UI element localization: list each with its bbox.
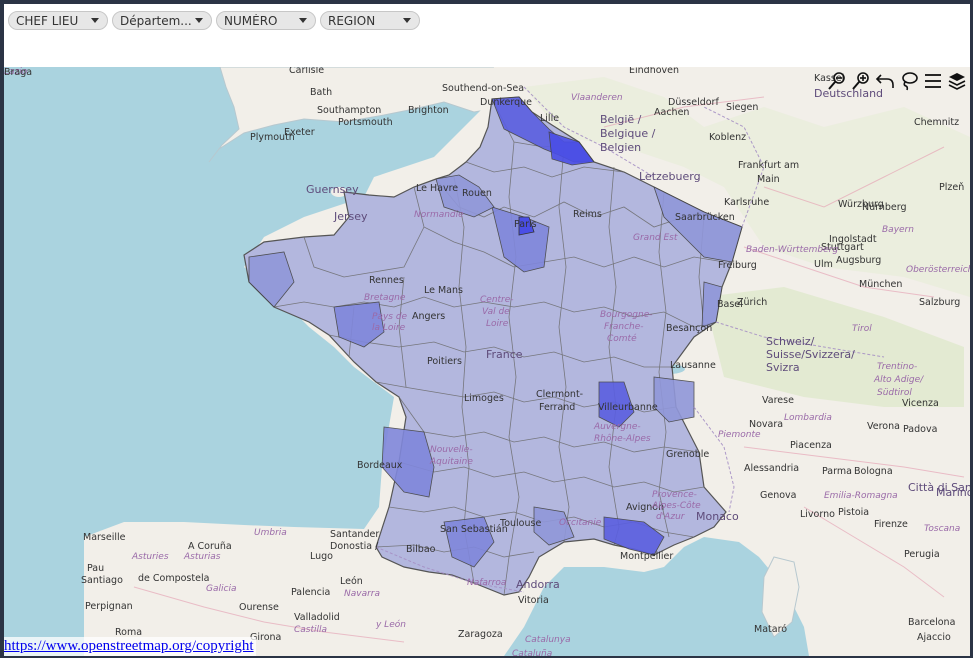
layers-icon[interactable] <box>946 70 968 92</box>
filter-bar: CHEF LIEU Départem... NUMÉRO REGION <box>8 11 420 31</box>
basemap <box>84 67 970 656</box>
zoom-out-icon[interactable] <box>826 70 848 92</box>
chevron-down-icon <box>299 18 307 23</box>
filter-label: Départem... <box>120 13 192 28</box>
filter-label: CHEF LIEU <box>16 13 79 28</box>
filter-chef-lieu[interactable]: CHEF LIEU <box>8 11 108 30</box>
window-drag-handle[interactable] <box>483 4 497 8</box>
lasso-icon[interactable] <box>898 70 920 92</box>
zoom-in-icon[interactable] <box>850 70 872 92</box>
map-toolbar <box>826 69 968 93</box>
filter-departement[interactable]: Départem... <box>112 11 212 30</box>
chevron-down-icon <box>91 18 99 23</box>
map-window: CHEF LIEU Départem... NUMÉRO REGION Carl… <box>4 4 970 656</box>
osm-copyright-link[interactable]: https://www.openstreetmap.org/copyright <box>4 638 254 654</box>
filter-numero[interactable]: NUMÉRO <box>216 11 316 30</box>
filter-label: REGION <box>328 13 376 28</box>
map-view[interactable]: Carlisle Bath Southampton Brighton Southend-… <box>4 67 970 656</box>
filter-region[interactable]: REGION <box>320 11 420 30</box>
filter-label: NUMÉRO <box>224 13 278 28</box>
attribution: https://www.openstreetmap.org/copyright <box>4 637 256 656</box>
chevron-down-icon <box>403 18 411 23</box>
undo-icon[interactable] <box>874 70 896 92</box>
menu-icon[interactable] <box>922 70 944 92</box>
chevron-down-icon <box>195 18 203 23</box>
land-corsica <box>761 556 800 638</box>
